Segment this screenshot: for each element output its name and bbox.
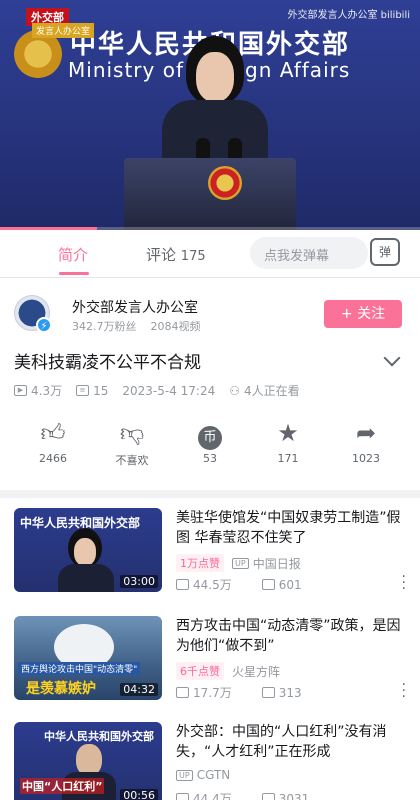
- thumb-caption: 中国“人口红利”: [20, 778, 105, 794]
- favorite-count: 171: [277, 452, 299, 465]
- watching-count: 4人正在看: [244, 384, 300, 398]
- view-count: 44.5万: [193, 578, 232, 592]
- video-subinfo: 1万点赞 UP 中国日报: [176, 554, 301, 572]
- video-player[interactable]: 中华人民共和国外交部 Ministry of Foreign Affairs 外…: [0, 0, 420, 230]
- podium: [124, 158, 296, 230]
- action-row: 👍︎ 2466 👎︎ 不喜欢 币 53 ★ 171 ➦ 1023: [0, 418, 420, 478]
- uploader-name: CGTN: [196, 768, 231, 782]
- tab-intro[interactable]: 简介: [58, 244, 88, 265]
- video-subinfo: UP CGTN: [176, 768, 230, 782]
- danmaku-toggle-icon[interactable]: 弹: [370, 238, 400, 266]
- tab-comments[interactable]: 评论 175: [146, 244, 206, 265]
- player-watermark: 外交部发言人办公室 bilibili: [287, 10, 410, 21]
- danmaku-count: 15: [93, 383, 109, 398]
- dislike-label: 不喜欢: [115, 454, 149, 467]
- tab-underline: [59, 272, 89, 275]
- video-title[interactable]: 西方攻击中国“动态清零”政策，是因为他们“做不到”: [176, 616, 404, 656]
- star-icon: ★: [277, 419, 299, 447]
- video-duration: 04:32: [120, 683, 158, 696]
- coin-icon: 币: [180, 418, 240, 450]
- share-count: 1023: [352, 452, 380, 465]
- uploader-info: ⚡ 外交部发言人办公室 342.7万粉丝 2084视频 + 关注: [0, 285, 420, 340]
- video-title: 美科技霸凌不公平不合规: [14, 353, 201, 373]
- uploader-icon: UP: [176, 769, 193, 781]
- play-count-icon: [176, 687, 189, 698]
- likes-badge: 6千点赞: [176, 662, 224, 680]
- play-count-icon: ▶: [14, 385, 27, 396]
- likes-badge: 1万点赞: [176, 554, 224, 572]
- video-thumbnail[interactable]: 西方舆论攻击中国"动态清零" 是羡慕嫉妒 04:32: [14, 616, 162, 700]
- uploader-stats: 342.7万粉丝 2084视频: [72, 318, 201, 334]
- chevron-down-icon[interactable]: [383, 349, 401, 367]
- list-item[interactable]: 中华人民共和国外交部 03:00 美驻华使馆发“中国奴隶劳工制造”假图 华春莹忍…: [0, 508, 420, 608]
- video-stats: 44.5万 601: [176, 576, 302, 593]
- danmaku-count-icon: [261, 579, 275, 590]
- section-divider: [0, 490, 420, 498]
- play-count-icon: [176, 579, 189, 590]
- tab-comments-label: 评论: [146, 246, 177, 264]
- video-title[interactable]: 美驻华使馆发“中国奴隶劳工制造”假图 华春莹忍不住笑了: [176, 508, 404, 548]
- coin-button[interactable]: 币 53: [180, 418, 240, 465]
- verified-icon: ⚡: [36, 317, 52, 333]
- danmaku-count: 313: [278, 685, 302, 700]
- dislike-button[interactable]: 👎︎ 不喜欢: [102, 418, 162, 468]
- thumb-figure-body: [58, 564, 114, 592]
- thumb-caption: 西方舆论攻击中国"动态清零": [18, 662, 141, 675]
- danmaku-count-icon: ≡: [76, 385, 90, 396]
- like-button[interactable]: 👍︎ 2466: [23, 418, 83, 465]
- spokesperson-face: [196, 52, 234, 102]
- like-count: 2466: [39, 452, 67, 465]
- favorite-button[interactable]: ★ 171: [258, 418, 318, 465]
- coin-count: 53: [203, 452, 217, 465]
- video-thumbnail[interactable]: 中华人民共和国外交部 中国“人口红利” 00:56: [14, 722, 162, 800]
- podium-emblem-icon: [208, 166, 242, 200]
- video-stats: 44.4万 3031: [176, 790, 309, 800]
- danmaku-input[interactable]: 点我发弹幕: [250, 237, 368, 269]
- video-duration: 03:00: [120, 575, 158, 588]
- publish-datetime: 2023-5-4 17:24: [122, 383, 216, 398]
- follow-button[interactable]: + 关注: [324, 300, 402, 328]
- view-count: 44.4万: [193, 792, 232, 800]
- more-options-icon[interactable]: · · ·: [402, 678, 406, 704]
- more-options-icon[interactable]: · · ·: [402, 570, 406, 596]
- list-item[interactable]: 西方舆论攻击中国"动态清零" 是羡慕嫉妒 04:32 西方攻击中国“动态清零”政…: [0, 616, 420, 716]
- video-stats: 17.7万 313: [176, 684, 302, 701]
- share-button[interactable]: ➦ 1023: [336, 418, 396, 465]
- danmaku-count: 601: [278, 577, 302, 592]
- uploader-icon: UP: [232, 557, 249, 569]
- thumb-banner: 中华人民共和国外交部: [44, 730, 154, 743]
- video-title[interactable]: 外交部：中国的“人口红利”没有消失，“人才红利”正在形成: [176, 722, 404, 762]
- uploader-name: 火星方阵: [232, 664, 281, 679]
- video-subinfo: 6千点赞 火星方阵: [176, 662, 280, 680]
- danmaku-count: 3031: [278, 791, 310, 800]
- view-count: 17.7万: [193, 686, 232, 700]
- share-icon: ➦: [355, 419, 377, 447]
- uploader-fans: 342.7万粉丝: [72, 320, 137, 333]
- thumbs-up-icon: 👍︎: [40, 419, 66, 447]
- video-thumbnail[interactable]: 中华人民共和国外交部 03:00: [14, 508, 162, 592]
- danmaku-count-icon: [261, 687, 275, 698]
- uploader-name[interactable]: 外交部发言人办公室: [72, 297, 198, 317]
- thumbs-down-icon: 👎︎: [119, 419, 145, 447]
- list-item[interactable]: 中华人民共和国外交部 中国“人口红利” 00:56 外交部：中国的“人口红利”没…: [0, 722, 420, 800]
- danmaku-count-icon: [261, 793, 275, 800]
- view-count: 4.3万: [31, 384, 63, 398]
- video-duration: 00:56: [120, 789, 158, 800]
- channel-tag-sub: 发言人办公室: [32, 23, 95, 38]
- thumb-caption-big: 是羡慕嫉妒: [26, 681, 96, 697]
- uploader-name: 中国日报: [252, 556, 301, 571]
- uploader-videos: 2084视频: [150, 320, 201, 333]
- thumb-figure-face: [74, 538, 96, 566]
- watching-icon: ⚇: [229, 383, 241, 398]
- video-meta: ▶ 4.3万 ≡ 15 2023-5-4 17:24 ⚇ 4人正在看: [14, 382, 300, 399]
- play-count-icon: [176, 793, 189, 800]
- tab-comments-count: 175: [180, 249, 206, 264]
